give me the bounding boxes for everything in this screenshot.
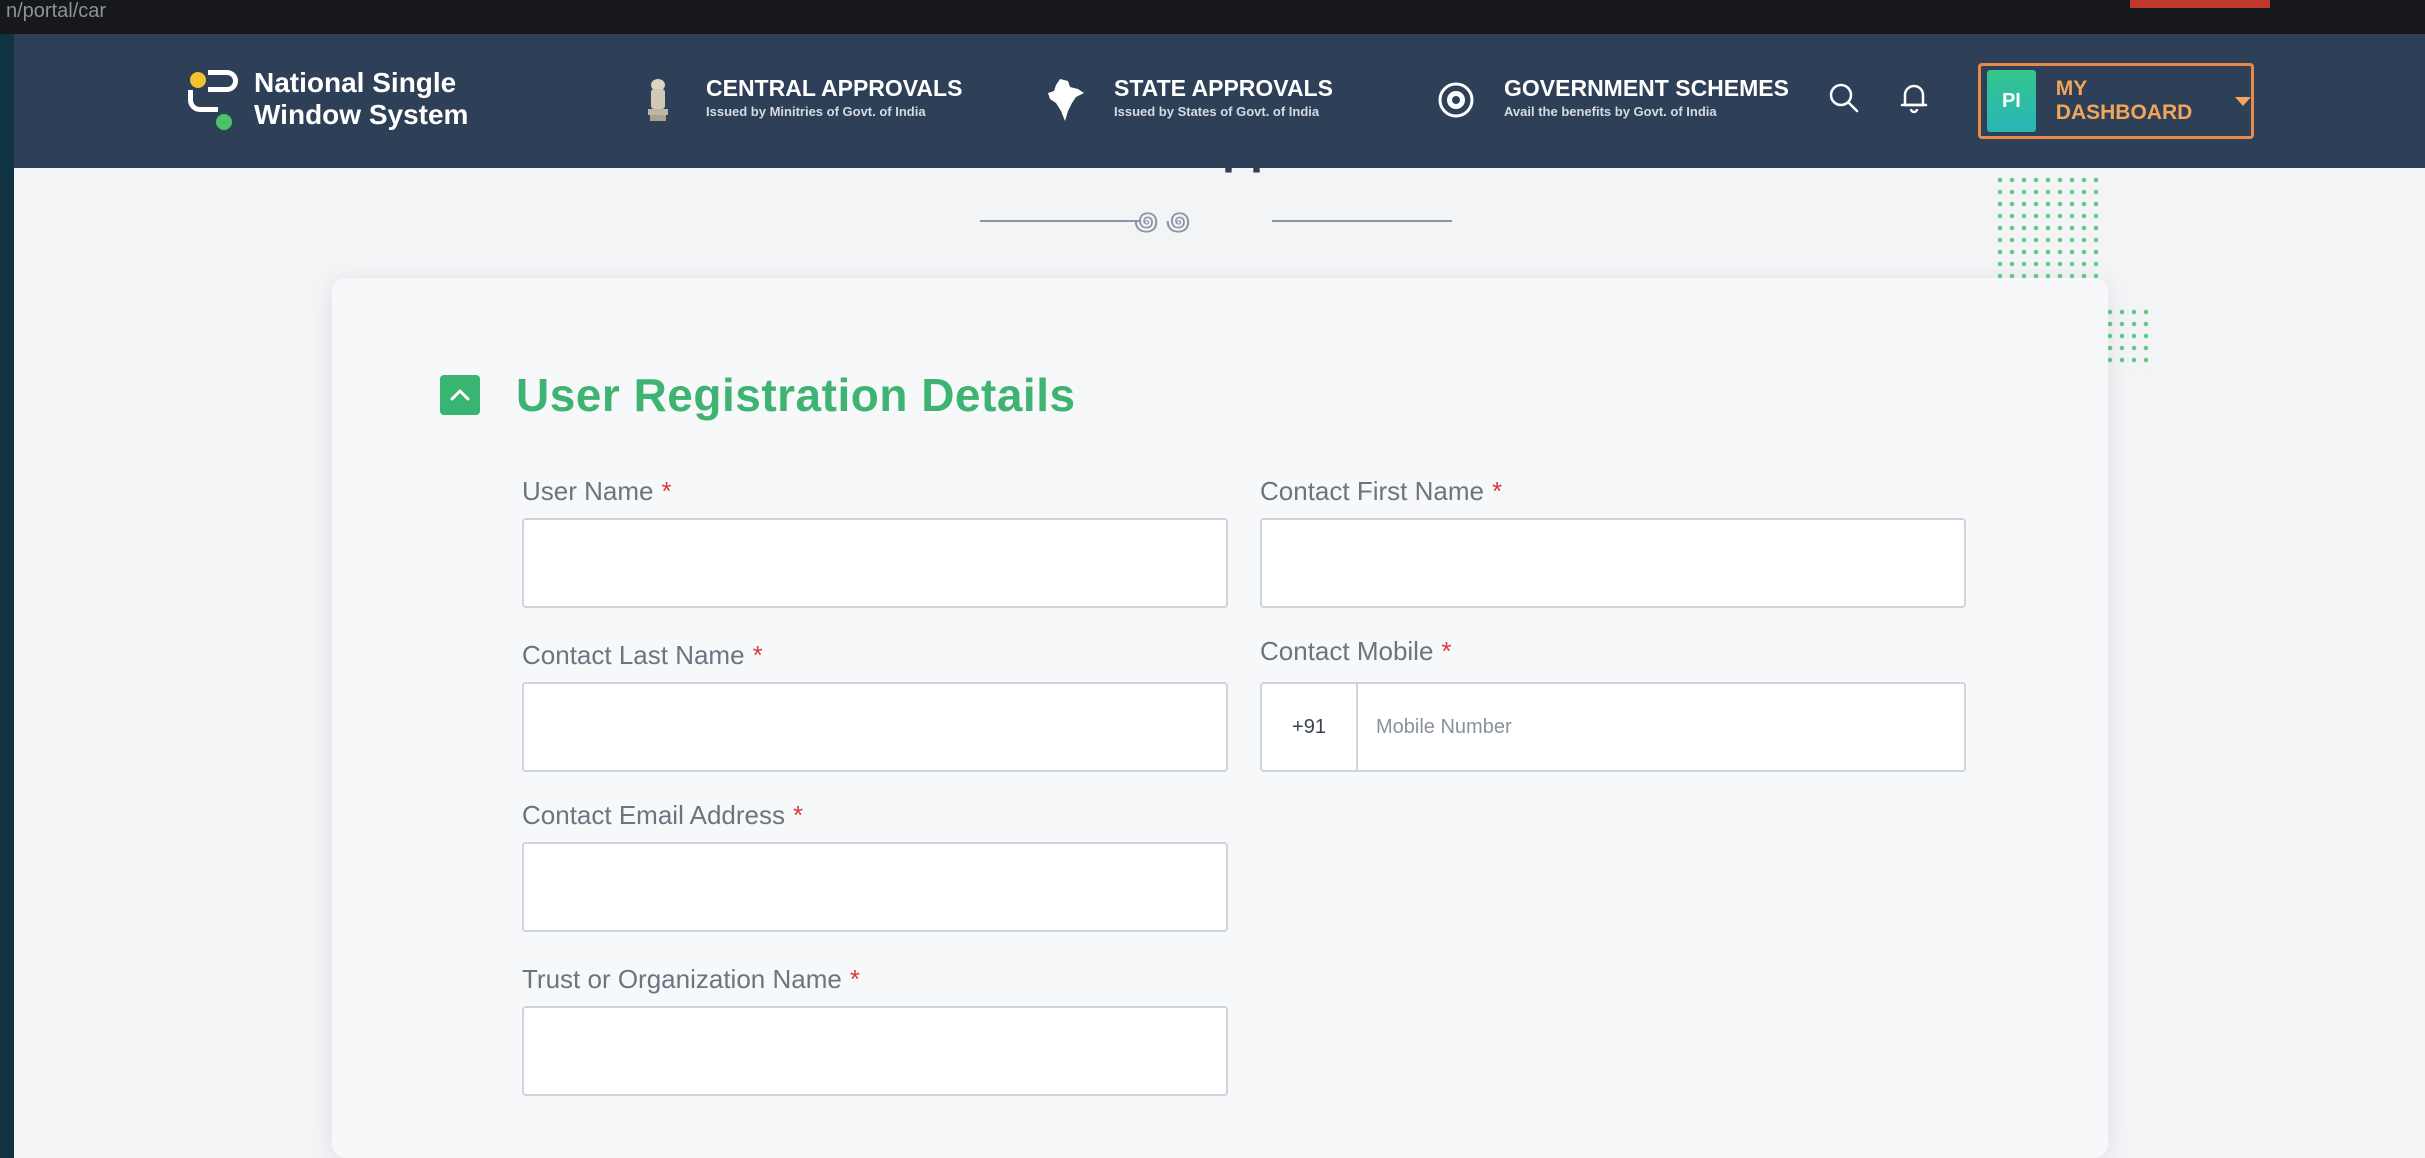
trust-name-label: Trust or Organization Name *	[522, 964, 860, 995]
country-code-prefix[interactable]: +91	[1262, 684, 1358, 770]
nav-title: STATE APPROVALS	[1114, 75, 1333, 101]
contact-last-name-label: Contact Last Name *	[522, 640, 763, 671]
india-map-icon	[1046, 74, 1086, 126]
avatar: PI	[1987, 70, 2036, 132]
registration-card: User Registration Details User Name * Con…	[332, 278, 2108, 1158]
contact-email-label: Contact Email Address *	[522, 800, 803, 831]
search-icon	[1829, 83, 1859, 113]
label-text: Contact Email Address	[522, 800, 786, 830]
nsws-logo-icon	[186, 64, 246, 134]
url-text: n/portal/car	[6, 0, 107, 22]
nav-title: GOVERNMENT SCHEMES	[1504, 75, 1789, 101]
required-marker: *	[752, 640, 763, 670]
bell-icon	[1900, 84, 1928, 114]
notifications-button[interactable]	[1894, 78, 1934, 118]
decorative-dots	[2104, 306, 2154, 370]
nav-subtitle: Avail the benefits by Govt. of India	[1504, 104, 1717, 119]
contact-first-name-label: Contact First Name *	[1260, 476, 1502, 507]
dashboard-label: MY DASHBOARD	[2055, 77, 2193, 124]
chakra-icon	[1436, 74, 1476, 126]
required-marker: *	[1491, 476, 1503, 506]
page: National Single Window System CENTRAL AP…	[14, 34, 2425, 1158]
trust-name-input[interactable]	[522, 1006, 1228, 1096]
page-title: AICTE Approval	[1039, 121, 1389, 173]
label-text: Trust or Organization Name	[522, 964, 842, 994]
my-dashboard-button[interactable]: PI MY DASHBOARD	[1978, 63, 2254, 139]
nav-government-schemes[interactable]: GOVERNMENT SCHEMES Avail the benefits by…	[1436, 74, 1789, 126]
label-text: User Name	[522, 476, 654, 506]
window-frame	[0, 34, 14, 1158]
label-text: Contact Last Name	[522, 640, 745, 670]
section-header: User Registration Details	[440, 368, 1076, 422]
section-title: User Registration Details	[516, 369, 1076, 421]
contact-email-input[interactable]	[522, 842, 1228, 932]
mobile-number-input[interactable]	[1376, 684, 1946, 770]
contact-first-name-input[interactable]	[1260, 518, 1966, 608]
nav-state-approvals[interactable]: STATE APPROVALS Issued by States of Govt…	[1046, 74, 1333, 126]
user-name-label: User Name *	[522, 476, 672, 507]
nav-central-approvals[interactable]: CENTRAL APPROVALS Issued by Minitries of…	[638, 74, 962, 126]
heading-ornament-icon: ꩜ ꩜	[1134, 206, 1191, 236]
nav-title: CENTRAL APPROVALS	[706, 75, 963, 101]
decorative-dots	[1994, 174, 2104, 280]
chevron-down-icon	[2235, 96, 2251, 106]
contact-mobile-field: +91	[1260, 682, 1966, 772]
site-logo[interactable]: National Single Window System	[186, 64, 468, 134]
search-button[interactable]	[1824, 78, 1864, 118]
emblem-icon	[638, 74, 678, 126]
required-marker: *	[661, 476, 672, 506]
chevron-up-icon	[450, 389, 470, 401]
nav-subtitle: Issued by States of Govt. of India	[1114, 104, 1320, 119]
required-marker: *	[1441, 636, 1452, 666]
contact-mobile-label: Contact Mobile *	[1260, 636, 1452, 667]
heading-divider-left	[980, 220, 1140, 222]
browser-tab-indicator	[2130, 0, 2270, 8]
browser-url-bar: n/portal/car	[0, 0, 2425, 34]
required-marker: *	[793, 800, 804, 830]
collapse-button[interactable]	[440, 375, 480, 415]
required-marker: *	[849, 964, 860, 994]
user-name-input[interactable]	[522, 518, 1228, 608]
logo-line-1: National Single	[254, 67, 457, 98]
logo-line-2: Window System	[254, 99, 469, 130]
label-text: Contact Mobile	[1260, 636, 1434, 666]
label-text: Contact First Name	[1260, 476, 1484, 506]
logo-text: National Single Window System	[254, 67, 468, 131]
heading-divider-right	[1272, 220, 1452, 222]
nav-subtitle: Issued by Minitries of Govt. of India	[706, 104, 926, 119]
contact-last-name-input[interactable]	[522, 682, 1228, 772]
